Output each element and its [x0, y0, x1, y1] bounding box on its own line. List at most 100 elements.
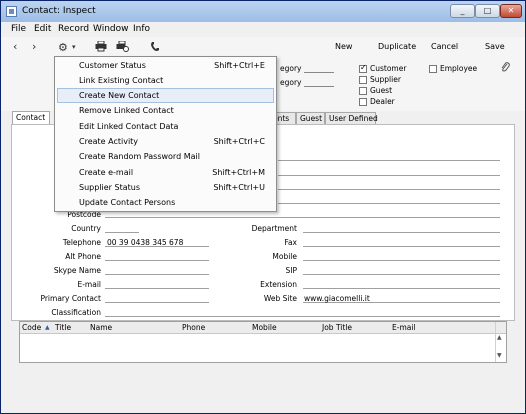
menu-item-label: Edit Linked Contact Data — [79, 122, 179, 131]
menu-item-create-activity[interactable]: Create Activity Shift+Ctrl+C — [57, 134, 274, 149]
menu-item-label: Create New Contact — [79, 91, 160, 100]
status-bar — [1, 399, 525, 413]
employee-label: Employee — [440, 64, 478, 73]
country-field[interactable] — [105, 232, 139, 233]
menu-item-shortcut: Shift+Ctrl+M — [212, 168, 265, 177]
chevron-down-icon[interactable]: ▾ — [72, 43, 76, 51]
fax-label: Fax — [284, 238, 297, 247]
employee-checkbox[interactable] — [429, 65, 437, 73]
website-value: www.giacomelli.it — [304, 294, 370, 303]
primary-contact-label: Primary Contact — [40, 294, 101, 303]
extension-label: Extension — [260, 280, 297, 289]
column-job-title[interactable]: Job Title — [322, 323, 352, 332]
contact-persons-grid: Code ▲ Title Name Phone Mobile Job Title… — [19, 321, 507, 363]
dealer-checkbox[interactable] — [359, 98, 367, 106]
email-label: E-mail — [77, 280, 101, 289]
menu-item-label: Create Activity — [79, 137, 139, 146]
attachment-paperclip-icon[interactable] — [501, 62, 510, 76]
column-code[interactable]: Code — [22, 323, 41, 332]
grid-header: Code ▲ Title Name Phone Mobile Job Title… — [20, 322, 506, 334]
classification-label: Classification — [51, 308, 101, 317]
menu-item-update-contact-persons[interactable]: Update Contact Persons — [57, 195, 274, 210]
minimize-button[interactable]: _ — [450, 4, 475, 18]
email-field[interactable] — [105, 288, 209, 289]
column-phone[interactable]: Phone — [182, 323, 205, 332]
contact-inspect-window: Contact: Inspect _ □ ✕ File Edit Record … — [0, 0, 526, 414]
extension-field[interactable] — [303, 288, 500, 289]
scroll-down-icon[interactable]: ▼ — [497, 352, 502, 359]
menu-edit[interactable]: Edit — [34, 24, 51, 34]
telephone-value: 00 39 0438 345 678 — [107, 238, 184, 247]
menu-file[interactable]: File — [11, 24, 26, 34]
column-name[interactable]: Name — [90, 323, 112, 332]
menu-item-link-existing-contact[interactable]: Link Existing Contact — [57, 73, 274, 88]
menu-item-label: Customer Status — [79, 61, 146, 70]
operations-gear-icon[interactable]: ⚙ — [58, 41, 68, 54]
column-email[interactable]: E-mail — [392, 323, 416, 332]
menu-item-supplier-status[interactable]: Supplier Status Shift+Ctrl+U — [57, 180, 274, 195]
tab-contact[interactable]: Contact — [12, 111, 50, 124]
supplier-checkbox[interactable] — [359, 76, 367, 84]
previous-record-icon[interactable]: ‹ — [13, 40, 17, 53]
tab-user-defined[interactable]: User Defined — [325, 112, 378, 124]
website-label: Web Site — [263, 294, 297, 303]
address-line-4[interactable] — [278, 203, 500, 204]
menu-item-label: Link Existing Contact — [79, 76, 164, 85]
menu-item-label: Remove Linked Contact — [79, 106, 174, 115]
menu-item-label: Create e-mail — [79, 168, 134, 177]
duplicate-button[interactable]: Duplicate — [378, 42, 416, 51]
category-field[interactable] — [304, 72, 334, 73]
alt-phone-field[interactable] — [105, 260, 209, 261]
next-record-icon[interactable]: › — [32, 40, 36, 53]
menu-item-label: Create Random Password Mail — [79, 152, 200, 161]
close-button[interactable]: ✕ — [500, 4, 522, 18]
cancel-button[interactable]: Cancel — [431, 42, 458, 51]
category-label-2: egory — [280, 78, 302, 87]
category-label: egory — [280, 64, 302, 73]
menu-item-edit-linked-contact-data[interactable]: Edit Linked Contact Data — [57, 119, 274, 134]
print-preview-icon[interactable] — [116, 40, 130, 55]
department-field[interactable] — [303, 232, 500, 233]
postcode-field[interactable] — [105, 217, 500, 218]
menu-window[interactable]: Window — [93, 24, 129, 34]
menu-item-create-email[interactable]: Create e-mail Shift+Ctrl+M — [57, 165, 274, 180]
menu-item-remove-linked-contact[interactable]: Remove Linked Contact — [57, 103, 274, 118]
title-bar: Contact: Inspect _ □ ✕ — [1, 1, 525, 22]
scroll-up-icon[interactable]: ▲ — [497, 334, 502, 341]
grid-scrollbar[interactable]: ▲ ▼ — [495, 322, 506, 362]
address-line-1[interactable] — [278, 160, 500, 161]
menu-info[interactable]: Info — [133, 24, 150, 34]
address-line-2[interactable] — [278, 175, 500, 176]
print-icon[interactable] — [95, 40, 107, 55]
classification-field[interactable] — [105, 316, 500, 317]
category-field-2[interactable] — [304, 86, 334, 87]
tab-guest[interactable]: Guest — [296, 112, 325, 124]
fax-field[interactable] — [303, 246, 500, 247]
guest-checkbox[interactable] — [359, 87, 367, 95]
menu-item-label: Supplier Status — [79, 183, 140, 192]
address-line-3[interactable] — [278, 189, 500, 190]
country-label: Country — [71, 224, 101, 233]
column-title[interactable]: Title — [55, 323, 71, 332]
column-mobile[interactable]: Mobile — [252, 323, 277, 332]
sort-ascending-icon: ▲ — [45, 324, 50, 331]
dealer-label: Dealer — [370, 97, 395, 106]
primary-contact-field[interactable] — [105, 302, 209, 303]
menu-item-create-new-contact[interactable]: Create New Contact — [57, 88, 274, 103]
menu-item-customer-status[interactable]: Customer Status Shift+Ctrl+E — [57, 58, 274, 73]
menu-record[interactable]: Record — [58, 24, 89, 34]
sip-label: SIP — [285, 266, 298, 275]
mobile-field[interactable] — [303, 260, 500, 261]
new-button[interactable]: New — [335, 42, 352, 51]
menu-item-shortcut: Shift+Ctrl+E — [214, 61, 265, 70]
skype-name-label: Skype Name — [53, 266, 101, 275]
customer-checkbox[interactable]: ✓ — [359, 63, 367, 73]
save-button[interactable]: Save — [485, 42, 505, 51]
phone-icon[interactable] — [150, 41, 160, 55]
telephone-label: Telephone — [62, 238, 101, 247]
window-title: Contact: Inspect — [22, 6, 96, 16]
maximize-button[interactable]: □ — [475, 4, 500, 18]
sip-field[interactable] — [303, 274, 500, 275]
menu-item-create-random-password-mail[interactable]: Create Random Password Mail — [57, 149, 274, 164]
skype-name-field[interactable] — [105, 274, 209, 275]
